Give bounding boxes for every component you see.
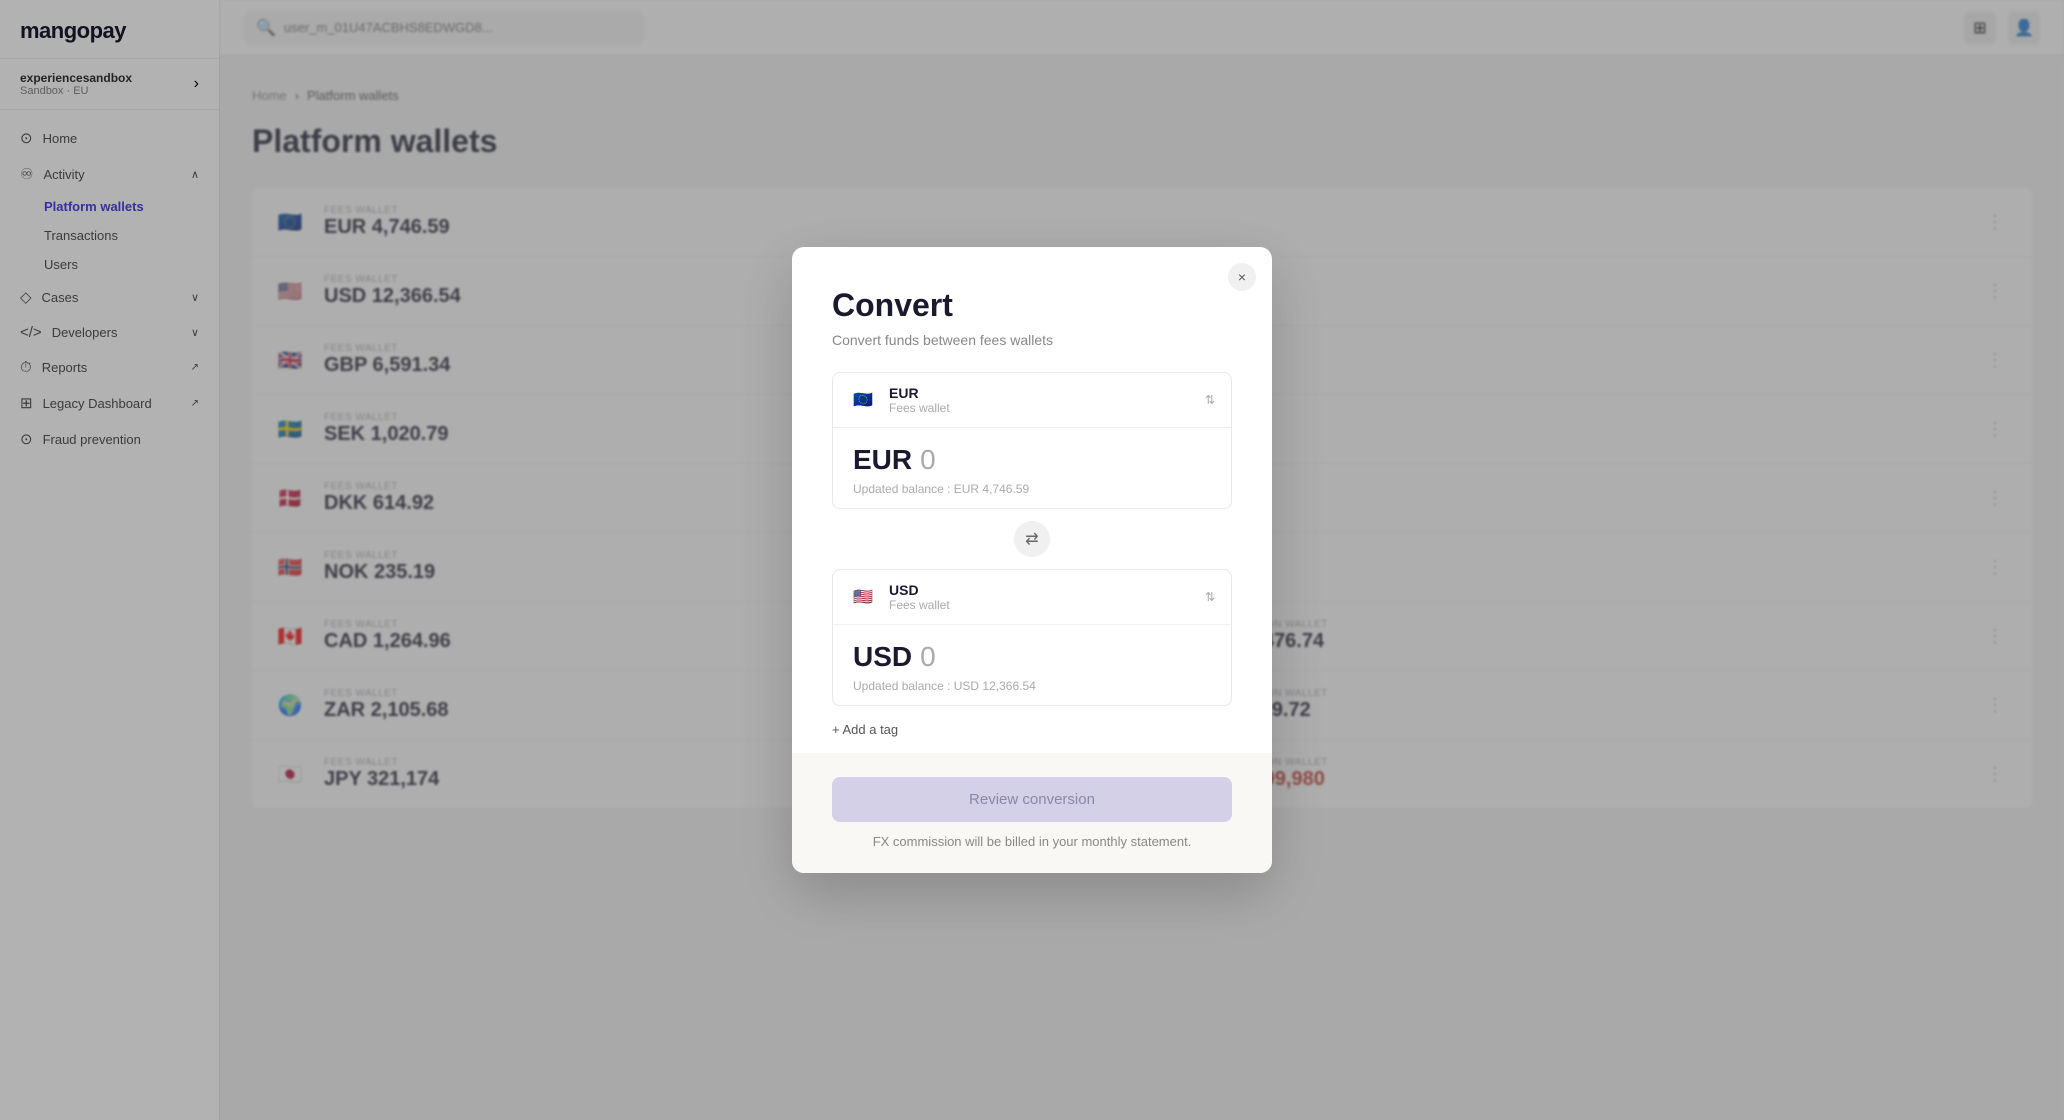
modal-title: Convert [832, 287, 1232, 324]
to-amount-area: USD 0 Updated balance : USD 12,366.54 [833, 625, 1231, 705]
from-chevron-icon: ⇅ [1205, 393, 1215, 407]
fx-note: FX commission will be billed in your mon… [832, 834, 1232, 849]
to-amount-display: USD 0 [853, 641, 1211, 673]
to-chevron-icon: ⇅ [1205, 590, 1215, 604]
to-updated-balance: Updated balance : USD 12,366.54 [853, 679, 1211, 693]
from-amount-area: EUR 0 Updated balance : EUR 4,746.59 [833, 428, 1231, 508]
to-amount-value: 0 [920, 641, 936, 673]
to-flag: 🇺🇸 [849, 583, 877, 611]
from-amount-display: EUR 0 [853, 444, 1211, 476]
swap-btn-wrapper: ⇄ [832, 521, 1232, 557]
from-amount-currency: EUR [853, 444, 912, 476]
from-currency-label: EUR Fees wallet [889, 385, 1193, 415]
add-tag-button[interactable]: + Add a tag [832, 722, 1232, 737]
from-currency-select[interactable]: 🇪🇺 EUR Fees wallet ⇅ [833, 373, 1231, 428]
modal-close-button[interactable]: × [1228, 263, 1256, 291]
swap-currencies-button[interactable]: ⇄ [1014, 521, 1050, 557]
from-amount-value: 0 [920, 444, 936, 476]
to-currency-label: USD Fees wallet [889, 582, 1193, 612]
convert-modal: × Convert Convert funds between fees wal… [792, 247, 1272, 873]
from-currency-card: 🇪🇺 EUR Fees wallet ⇅ EUR 0 Updated balan… [832, 372, 1232, 509]
to-currency-select[interactable]: 🇺🇸 USD Fees wallet ⇅ [833, 570, 1231, 625]
from-updated-balance: Updated balance : EUR 4,746.59 [853, 482, 1211, 496]
modal-subtitle: Convert funds between fees wallets [832, 332, 1232, 348]
modal-overlay[interactable]: × Convert Convert funds between fees wal… [0, 0, 2064, 1120]
modal-footer: Review conversion FX commission will be … [792, 753, 1272, 873]
review-conversion-button[interactable]: Review conversion [832, 777, 1232, 822]
to-currency-card: 🇺🇸 USD Fees wallet ⇅ USD 0 Updated balan… [832, 569, 1232, 706]
to-amount-currency: USD [853, 641, 912, 673]
from-flag: 🇪🇺 [849, 386, 877, 414]
